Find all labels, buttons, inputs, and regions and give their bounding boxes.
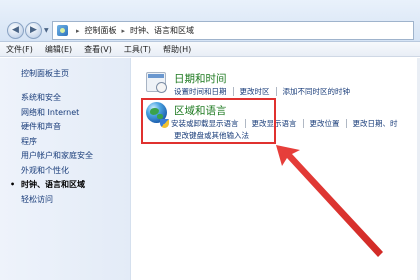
menu-help[interactable]: 帮助(H) (163, 44, 191, 55)
change-timezone-link[interactable]: 更改时区 (240, 86, 270, 97)
sidebar-home-link[interactable]: 控制面板主页 (21, 68, 130, 79)
control-panel-icon (57, 25, 68, 36)
region-language-title[interactable]: 区域和语言 (174, 103, 227, 118)
set-date-time-link[interactable]: 设置时间和日期 (174, 86, 227, 97)
address-toolbar: ◀ ▶ ▼ ▸ 控制面板 ▸ 时钟、语言和区域 (0, 0, 420, 42)
link-divider (345, 119, 347, 128)
recent-pages-dropdown-icon[interactable]: ▼ (44, 27, 49, 34)
sidebar-item-network-internet[interactable]: 网络和 Internet (21, 106, 130, 121)
change-date-format-link[interactable]: 更改日期、时 (353, 118, 398, 129)
menu-bar: 文件(F) 编辑(E) 查看(V) 工具(T) 帮助(H) (0, 42, 420, 57)
menu-edit[interactable]: 编辑(E) (45, 44, 72, 55)
breadcrumb-separator-icon: ▸ (76, 26, 80, 35)
sidebar-item-appearance[interactable]: 外观和个性化 (21, 164, 130, 179)
add-clocks-link[interactable]: 添加不同时区的时钟 (283, 86, 351, 97)
menu-tools[interactable]: 工具(T) (124, 44, 151, 55)
link-divider (275, 87, 277, 96)
region-links-row2: 更改键盘或其他输入法 (174, 130, 249, 141)
forward-arrow-icon: ▶ (30, 25, 37, 35)
menu-file[interactable]: 文件(F) (6, 44, 33, 55)
address-bar[interactable]: ▸ 控制面板 ▸ 时钟、语言和区域 (52, 21, 414, 40)
change-display-language-link[interactable]: 更改显示语言 (252, 118, 297, 129)
sidebar-item-ease-of-access[interactable]: 轻松访问 (21, 193, 130, 208)
region-links-row1: 安装或卸载显示语言 更改显示语言 更改位置 更改日期、时 (160, 118, 398, 129)
sidebar-item-user-accounts[interactable]: 用户帐户和家庭安全 (21, 149, 130, 164)
back-arrow-icon: ◀ (12, 25, 19, 35)
link-divider (244, 119, 246, 128)
sidebar: 控制面板主页 系统和安全 网络和 Internet 硬件和声音 程序 用户帐户和… (0, 58, 131, 280)
sidebar-item-clock-language-region[interactable]: 时钟、语言和区域 (10, 178, 130, 193)
main-content: 日期和时间 设置时间和日期 更改时区 添加不同时区的时钟 区域和语言 安装或卸载… (132, 58, 420, 280)
back-button[interactable]: ◀ (7, 22, 24, 39)
install-display-language-link[interactable]: 安装或卸载显示语言 (171, 118, 239, 129)
link-divider (232, 87, 234, 96)
sidebar-item-hardware-sound[interactable]: 硬件和声音 (21, 120, 130, 135)
sidebar-item-system-security[interactable]: 系统和安全 (21, 91, 130, 106)
forward-button[interactable]: ▶ (25, 22, 42, 39)
date-time-icon[interactable] (146, 72, 167, 93)
date-time-title[interactable]: 日期和时间 (174, 71, 227, 86)
link-divider (302, 119, 304, 128)
uac-shield-icon (160, 119, 169, 128)
sidebar-item-programs[interactable]: 程序 (21, 135, 130, 150)
breadcrumb-separator-icon: ▸ (121, 26, 126, 35)
change-keyboard-input-link[interactable]: 更改键盘或其他输入法 (174, 130, 249, 141)
breadcrumb-control-panel[interactable]: 控制面板 (85, 25, 117, 36)
menu-view[interactable]: 查看(V) (84, 44, 112, 55)
date-time-links: 设置时间和日期 更改时区 添加不同时区的时钟 (174, 86, 350, 97)
change-location-link[interactable]: 更改位置 (310, 118, 340, 129)
breadcrumb-clock-language-region[interactable]: 时钟、语言和区域 (130, 25, 194, 36)
